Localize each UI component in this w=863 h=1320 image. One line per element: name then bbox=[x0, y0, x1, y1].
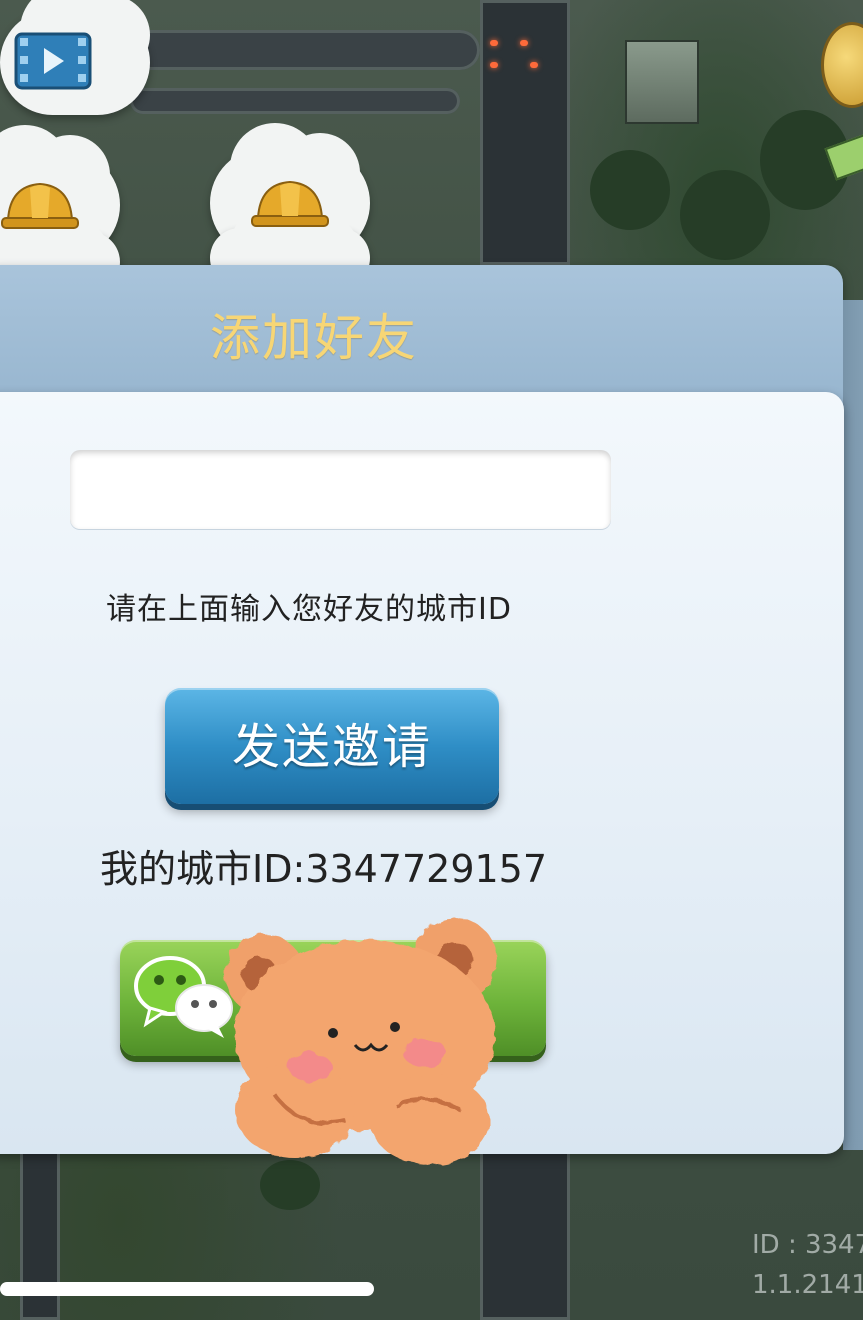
road bbox=[130, 30, 480, 70]
home-indicator[interactable] bbox=[0, 1282, 374, 1296]
footer-version: 1.1.2141 bbox=[752, 1270, 863, 1300]
car-light bbox=[490, 40, 498, 46]
dialog-title: 添加好友 bbox=[210, 309, 418, 367]
footer-id: ID : 3347 bbox=[752, 1230, 863, 1260]
dialog-side-panel bbox=[843, 300, 863, 1150]
car-light bbox=[520, 40, 528, 46]
road bbox=[130, 88, 460, 114]
send-invite-label: 发送邀请 bbox=[231, 719, 432, 775]
bear-sticker bbox=[225, 918, 497, 1165]
road bbox=[480, 1150, 570, 1320]
tree bbox=[590, 150, 670, 230]
tree bbox=[680, 170, 770, 260]
my-city-id: 我的城市ID:3347729157 bbox=[100, 847, 548, 891]
car-light bbox=[530, 62, 538, 68]
input-hint: 请在上面输入您好友的城市ID bbox=[106, 592, 512, 627]
car-light bbox=[490, 62, 498, 68]
send-invite-button[interactable]: 发送邀请 bbox=[165, 688, 499, 804]
video-reel-icon[interactable] bbox=[14, 30, 92, 92]
hard-hat-icon bbox=[251, 180, 329, 227]
building bbox=[625, 40, 699, 124]
friend-city-id-input[interactable] bbox=[70, 450, 611, 529]
hard-hat-icon bbox=[1, 182, 79, 229]
